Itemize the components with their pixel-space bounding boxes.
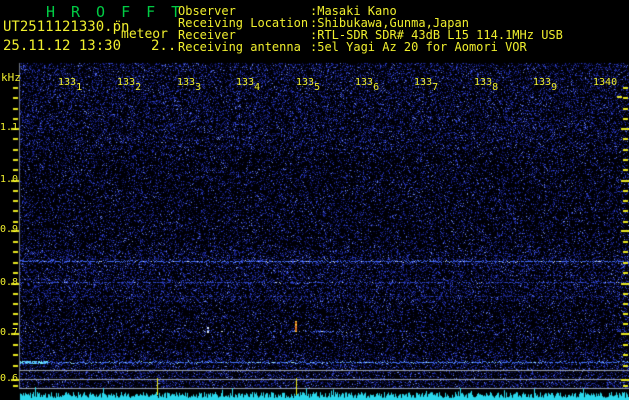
time-label-minute-digit: 6 [373, 82, 380, 93]
time-label-minute-digit: 0 [611, 77, 618, 88]
freq-label-1.1: 1.1 [0, 122, 19, 133]
freq-label-0.8: 0.8 [0, 277, 19, 288]
freq-label-0.6: 0.6 [0, 373, 19, 384]
freq-label-0.7: 0.7 [0, 327, 19, 338]
time-label-1340: 1340 [593, 77, 617, 88]
time-label-minute-digit: 2 [135, 82, 142, 93]
time-label-1336: 1336 [355, 77, 379, 93]
time-label-prefix: 133 [355, 77, 374, 88]
frequency-unit-label: kHz [1, 71, 21, 84]
time-label-minute-digit: 9 [551, 82, 558, 93]
time-label-prefix: 133 [533, 77, 552, 88]
hrofft-window: HROFFT UT2511121330.pn ¨ meteor 25.11.12… [0, 0, 629, 400]
freq-label-1.0: 1.0 [0, 174, 19, 185]
time-label-1338: 1338 [474, 77, 498, 93]
time-label-1339: 1339 [533, 77, 557, 93]
time-label-1331: 1331 [58, 77, 82, 93]
time-label-prefix: 133 [414, 77, 433, 88]
counter-value: 2.. [151, 38, 177, 54]
time-label-minute-digit: 8 [492, 82, 499, 93]
time-label-prefix: 133 [236, 77, 255, 88]
time-label-prefix: 134 [593, 77, 612, 88]
time-label-1337: 1337 [414, 77, 438, 93]
time-label-prefix: 133 [117, 77, 136, 88]
time-label-prefix: 133 [177, 77, 196, 88]
time-label-minute-digit: 1 [76, 82, 83, 93]
timestamp: 25.11.12 13:30 [3, 38, 122, 54]
time-label-minute-digit: 4 [254, 82, 261, 93]
time-label-1333: 1333 [177, 77, 201, 93]
time-label-minute-digit: 3 [195, 82, 202, 93]
time-label-1334: 1334 [236, 77, 260, 93]
time-label-prefix: 133 [474, 77, 493, 88]
freq-label-0.9: 0.9 [0, 224, 19, 235]
time-label-1332: 1332 [117, 77, 141, 93]
time-label-minute-digit: 5 [314, 82, 321, 93]
receiving-antenna-value: :5el Yagi Az 20 for Aomori VOR [310, 40, 527, 54]
time-label-prefix: 133 [58, 77, 77, 88]
time-label-minute-digit: 7 [432, 82, 439, 93]
spectrogram-canvas [0, 0, 629, 400]
receiving-antenna-label: Receiving antenna [178, 40, 301, 54]
time-label-1335: 1335 [296, 77, 320, 93]
capture-filename: UT2511121330.pn [3, 19, 130, 35]
time-label-prefix: 133 [296, 77, 315, 88]
